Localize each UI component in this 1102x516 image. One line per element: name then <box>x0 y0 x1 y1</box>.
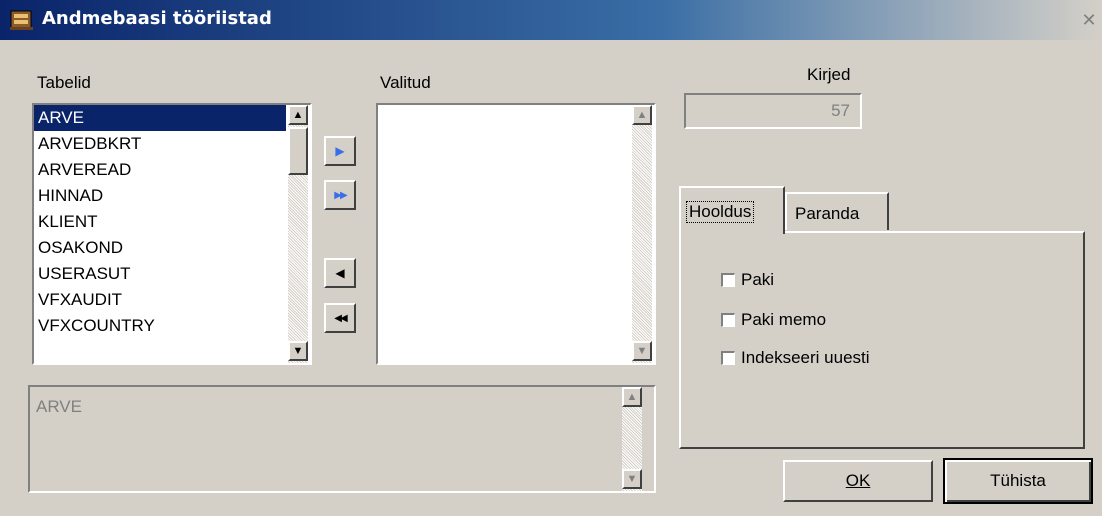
scroll-up-icon[interactable]: ▲ <box>632 105 652 125</box>
checkbox-paki-memo-label: Paki memo <box>741 310 827 329</box>
tables-listbox[interactable]: ARVE ARVEDBKRT ARVEREAD HINNAD KLIENT OSAKOND… <box>32 103 312 365</box>
cancel-button[interactable]: Tühista <box>943 458 1093 504</box>
scroll-up-icon[interactable]: ▲ <box>288 105 308 125</box>
list-item[interactable]: OSAKOND <box>34 235 286 261</box>
checkbox-box[interactable] <box>721 351 735 365</box>
tables-scrollbar[interactable]: ▲ ▼ <box>288 105 308 363</box>
checkbox-box[interactable] <box>721 273 735 287</box>
tables-list: ARVE ARVEDBKRT ARVEREAD HINNAD KLIENT OSAKOND… <box>34 105 286 363</box>
list-item[interactable]: HINNAD <box>34 183 286 209</box>
list-item[interactable]: ARVEDBKRT <box>34 131 286 157</box>
checkbox-paki-memo[interactable]: Paki memo <box>721 310 826 330</box>
description-scrollbar[interactable]: ▲ ▼ <box>622 387 642 491</box>
selected-scrollbar[interactable]: ▲ ▼ <box>632 105 652 363</box>
tab-paranda-label: Paranda <box>795 204 860 223</box>
list-item[interactable]: VFXCOUNTRY <box>34 313 286 339</box>
list-item[interactable]: USERASUT <box>34 261 286 287</box>
tables-label: Tabelid <box>37 73 91 92</box>
checkbox-box[interactable] <box>721 313 735 327</box>
checkbox-reindex-label: Indekseeri uuesti <box>741 348 870 367</box>
list-item[interactable]: ARVE <box>34 105 286 131</box>
close-icon[interactable]: ✕ <box>1080 11 1098 29</box>
tab-panel <box>679 231 1085 449</box>
selected-listbox[interactable]: ▲ ▼ <box>376 103 656 365</box>
records-label: Kirjed <box>807 65 851 84</box>
selected-label: Valitud <box>380 73 431 92</box>
scroll-down-icon[interactable]: ▼ <box>622 469 642 489</box>
list-item[interactable]: VFXAUDIT <box>34 287 286 313</box>
window-title: Andmebaasi tööriistad <box>42 8 272 29</box>
scroll-up-icon[interactable]: ▲ <box>622 387 642 407</box>
scroll-thumb[interactable] <box>288 127 308 175</box>
description-box[interactable]: ARVE ▲ ▼ <box>28 385 656 493</box>
checkbox-paki[interactable]: Paki <box>721 270 774 290</box>
scroll-down-icon[interactable]: ▼ <box>288 341 308 361</box>
scroll-down-icon[interactable]: ▼ <box>632 341 652 361</box>
remove-button[interactable]: ◀ <box>324 258 356 288</box>
records-field: 57 <box>684 93 862 129</box>
cancel-button-label: Tühista <box>990 471 1046 490</box>
app-icon <box>10 9 34 31</box>
checkbox-reindex[interactable]: Indekseeri uuesti <box>721 348 870 368</box>
ok-button-label: OK <box>845 471 871 490</box>
tab-paranda[interactable]: Paranda <box>785 192 889 230</box>
ok-button[interactable]: OK <box>783 460 933 502</box>
list-item[interactable]: ARVEREAD <box>34 157 286 183</box>
add-button[interactable]: ▶ <box>324 136 356 166</box>
description-text: ARVE <box>36 397 82 416</box>
records-value: 57 <box>831 101 850 120</box>
remove-all-button[interactable]: ◀◀ <box>324 303 356 333</box>
tab-hooldus[interactable]: Hooldus <box>679 186 785 234</box>
add-all-button[interactable]: ▶▶ <box>324 180 356 210</box>
tab-hooldus-label: Hooldus <box>685 201 755 223</box>
checkbox-paki-label: Paki <box>741 270 775 289</box>
list-item[interactable]: KLIENT <box>34 209 286 235</box>
